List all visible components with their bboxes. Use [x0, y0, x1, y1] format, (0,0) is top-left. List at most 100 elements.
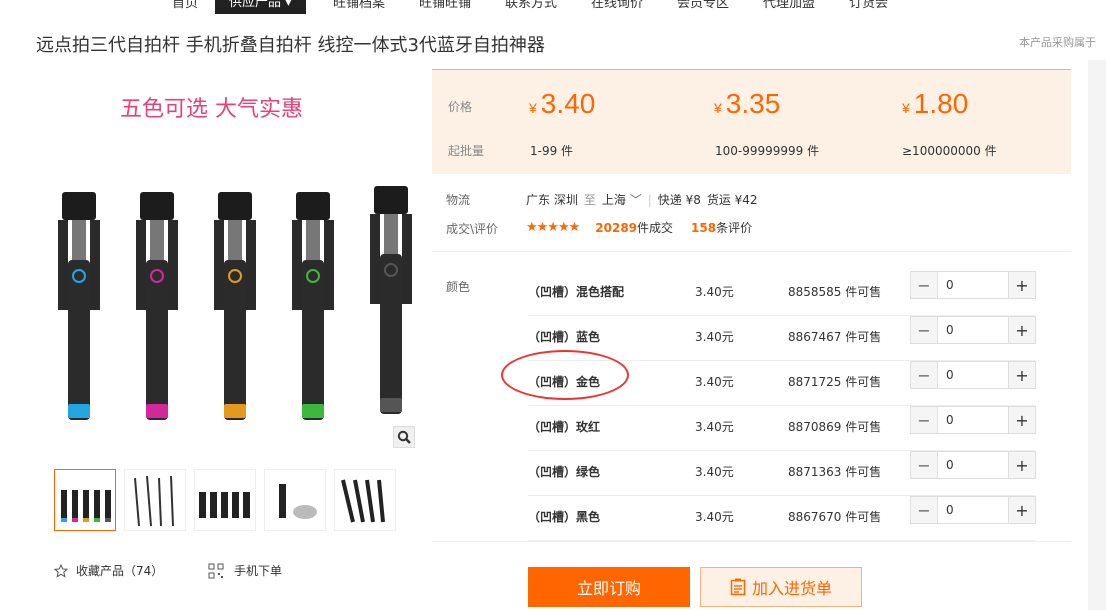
sku-stock: 8867670 件可售 — [788, 510, 882, 524]
quantity-input[interactable]: 0 — [937, 452, 1009, 478]
increment-button[interactable]: + — [1009, 497, 1035, 523]
color-label: 颜色 — [446, 280, 471, 294]
sku-price: 3.40元 — [695, 510, 734, 524]
logistics-detail: 广东 深圳 至 上海 ﹀ | 快递 ¥8 货运 ¥42 — [526, 191, 758, 208]
stick-clamp — [218, 192, 252, 220]
decrement-button[interactable]: − — [911, 362, 937, 388]
mobile-order[interactable]: 手机下单 — [208, 562, 282, 579]
stick-shaft — [72, 220, 86, 260]
sku-name: （凹槽）蓝色 — [528, 330, 601, 344]
decrement-button[interactable]: − — [911, 407, 937, 433]
quantity-stepper: − 0 + — [910, 361, 1036, 389]
favorite-product[interactable]: 收藏产品（74） — [54, 562, 163, 579]
nav-inquiry[interactable]: 在线询价 — [591, 0, 643, 11]
nav-order-fair[interactable]: 订货会 — [849, 0, 888, 11]
nav-member[interactable]: 会员专区 — [677, 0, 729, 11]
ship-to-select[interactable]: 上海 ﹀ — [602, 191, 642, 208]
increment-button[interactable]: + — [1009, 407, 1035, 433]
decrement-button[interactable]: − — [911, 317, 937, 343]
nav-contact[interactable]: 联系方式 — [505, 0, 557, 11]
sku-name: （凹槽）混色搭配 — [528, 285, 625, 299]
decrement-button[interactable]: − — [911, 272, 937, 298]
quantity-input[interactable]: 0 — [937, 317, 1009, 343]
thumbnail-3[interactable] — [194, 469, 256, 531]
quantity-input[interactable]: 0 — [937, 407, 1009, 433]
sku-price: 3.40元 — [695, 330, 734, 344]
stick-clamp-arm — [292, 220, 302, 310]
sku-stock: 8858585 件可售 — [788, 285, 882, 299]
stick-clamp-arm — [324, 220, 334, 310]
stick-clamp-arm — [168, 220, 178, 310]
product-title: 远点拍三代自拍杆 手机折叠自拍杆 线控一体式3代蓝牙自拍神器 — [36, 35, 545, 56]
decrement-button[interactable]: − — [911, 497, 937, 523]
decrement-button[interactable]: − — [911, 452, 937, 478]
quantity-input[interactable]: 0 — [937, 272, 1009, 298]
increment-button[interactable]: + — [1009, 317, 1035, 343]
nav-home[interactable]: 首页 — [172, 0, 198, 11]
clipboard-icon — [730, 578, 746, 596]
sku-price: 3.40元 — [695, 465, 734, 479]
main-product-image: 五色可选 大气实惠 — [36, 82, 416, 452]
sku-stock: 8867467 件可售 — [788, 330, 882, 344]
price-label: 价格 — [448, 100, 473, 114]
rating-stars: ★★★★★ — [526, 220, 580, 235]
buy-now-button[interactable]: 立即订购 — [528, 567, 690, 607]
nav-products[interactable]: 供应产品 ▾ — [215, 0, 306, 14]
nav-archive[interactable]: 旺铺档案 — [333, 0, 385, 11]
stick-shaft — [228, 220, 242, 260]
range-tier-2: 100-99999999 件 — [715, 144, 820, 158]
procurement-note: 本产品采购属于 — [1019, 36, 1096, 49]
review-count-link[interactable]: 158条评价 — [691, 219, 752, 236]
sku-name: （凹槽）绿色 — [528, 465, 601, 479]
increment-button[interactable]: + — [1009, 452, 1035, 478]
deal-count-link[interactable]: 20289件成交 — [595, 219, 673, 236]
stick-clamp — [140, 192, 174, 220]
freight-fee: 货运 ¥42 — [706, 193, 758, 207]
increment-button[interactable]: + — [1009, 362, 1035, 388]
right-sidebar-strip — [1088, 60, 1106, 610]
stick-handle — [224, 260, 246, 420]
quantity-stepper: − 0 + — [910, 406, 1036, 434]
mobile-order-label: 手机下单 — [234, 564, 283, 578]
nav-wangwang[interactable]: 旺铺旺铺 — [419, 0, 471, 11]
increment-button[interactable]: + — [1009, 272, 1035, 298]
price-tier-1: ¥3.40 — [529, 88, 596, 119]
price-tier-3: ¥1.80 — [902, 88, 969, 119]
zoom-button[interactable] — [393, 426, 415, 448]
stick-clamp-arm — [136, 220, 146, 310]
stick-clamp — [62, 192, 96, 220]
sku-row: （凹槽）混色搭配 3.40元 8858585 件可售 − 0 + — [528, 271, 1036, 316]
thumbnail-1[interactable] — [54, 469, 116, 531]
stick-clamp-arm — [214, 220, 224, 310]
quantity-input[interactable]: 0 — [937, 497, 1009, 523]
stick-color-ring — [146, 404, 168, 418]
sku-row: （凹槽）黑色 3.40元 8867670 件可售 − 0 + — [528, 496, 1036, 541]
sku-price: 3.40元 — [695, 375, 734, 389]
range-tier-3: ≥100000000 件 — [902, 144, 997, 158]
stick-color-ring — [380, 398, 402, 412]
logistics-label: 物流 — [446, 193, 471, 207]
add-to-cart-button[interactable]: 加入进货单 — [700, 567, 862, 607]
thumbnail-5[interactable] — [334, 469, 396, 531]
nav-agent[interactable]: 代理加盟 — [763, 0, 815, 11]
quantity-stepper: − 0 + — [910, 451, 1036, 479]
image-banner-text: 五色可选 大气实惠 — [120, 97, 303, 122]
price-panel: 价格 起批量 ¥3.40 ¥3.35 ¥1.80 1-99 件 100-9999… — [432, 69, 1071, 174]
quantity-stepper: − 0 + — [910, 316, 1036, 344]
quantity-input[interactable]: 0 — [937, 362, 1009, 388]
stick-shaft — [384, 214, 398, 254]
quantity-stepper: − 0 + — [910, 271, 1036, 299]
sku-stock: 8871363 件可售 — [788, 465, 882, 479]
magnifier-icon — [397, 430, 411, 444]
min-order-label: 起批量 — [448, 144, 485, 158]
sku-price: 3.40元 — [695, 285, 734, 299]
add-to-cart-label: 加入进货单 — [751, 579, 832, 598]
divider — [432, 541, 1071, 542]
sku-row: （凹槽）玫红 3.40元 8870869 件可售 − 0 + — [528, 406, 1036, 451]
thumbnail-2[interactable] — [124, 469, 186, 531]
star-outline-icon — [54, 563, 68, 578]
favorite-label: 收藏产品（74） — [76, 564, 164, 578]
thumbnail-4[interactable] — [264, 469, 326, 531]
top-nav: 首页 供应产品 ▾ 旺铺档案 旺铺旺铺 联系方式 在线询价 会员专区 代理加盟 … — [0, 0, 1106, 14]
stick-handle — [380, 254, 402, 414]
